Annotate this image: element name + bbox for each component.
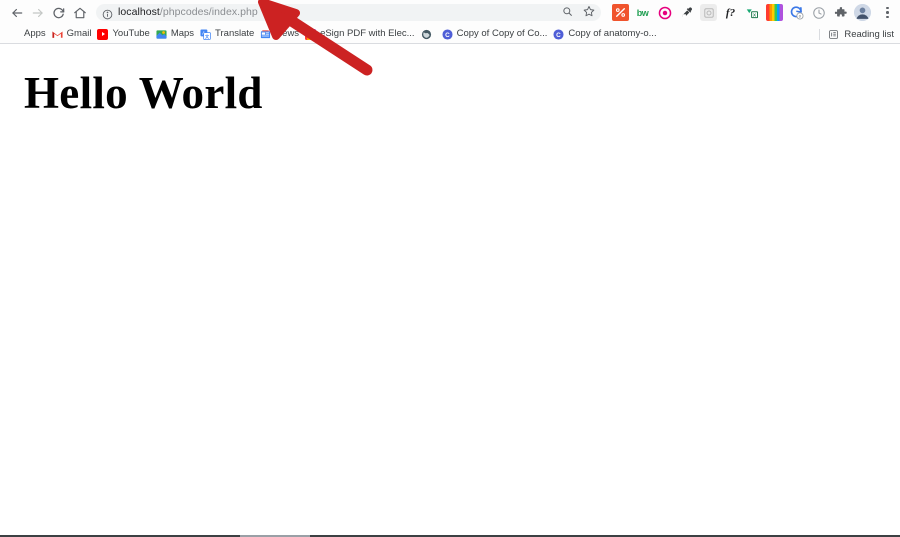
puzzle-extensions-button[interactable] (832, 4, 849, 21)
address-bar[interactable]: localhost/phpcodes/index.php (96, 4, 601, 21)
bookmark-label: Copy of Copy of Co... (456, 28, 548, 39)
forward-button[interactable] (27, 2, 48, 23)
bookmark-maps[interactable]: Maps (154, 27, 198, 41)
reload-icon (52, 7, 64, 18)
reading-list-button[interactable]: Reading list (819, 28, 894, 40)
rainbow-icon (305, 28, 317, 40)
back-arrow-icon (11, 8, 22, 17)
menu-dot (886, 6, 889, 10)
reload-button[interactable] (48, 2, 69, 23)
bookmark-esign-pdf[interactable]: eSign PDF with Elec... (303, 27, 419, 41)
bookmark-label: YouTube (112, 28, 150, 39)
color-palette-extension-icon[interactable] (766, 4, 783, 21)
bookmark-label: Copy of anatomy-o... (568, 28, 657, 39)
chrome-menu-button[interactable] (879, 3, 896, 22)
bookmark-label: Maps (170, 28, 195, 39)
svg-text:C: C (445, 31, 450, 38)
screenshot-extension-icon[interactable] (700, 4, 717, 21)
reading-list-label: Reading list (844, 28, 894, 40)
home-icon (73, 7, 86, 18)
menu-dot (886, 15, 889, 19)
forward-arrow-icon (32, 8, 43, 17)
bookmark-label: Gmail (66, 28, 92, 39)
extensions-strip: bw f? X 0 (606, 3, 896, 22)
translate-icon: A 文 (200, 28, 211, 40)
bookmark-gmail[interactable]: Gmail (50, 27, 96, 41)
home-button[interactable] (69, 2, 90, 23)
profile-avatar[interactable] (854, 4, 871, 21)
svg-text:X: X (753, 12, 756, 17)
bookmark-label: Apps (24, 28, 46, 39)
docs-c-icon: C (553, 28, 564, 40)
bitwarden-extension-icon[interactable]: bw (634, 4, 651, 21)
apps-grid-icon (9, 29, 20, 40)
globe-icon (421, 29, 432, 40)
youtube-icon (97, 28, 109, 40)
bookmark-label: Translate (215, 28, 255, 39)
svg-text:C: C (557, 31, 562, 38)
recorder-extension-icon[interactable] (656, 4, 673, 21)
page-viewport: Hello World (0, 45, 900, 534)
bookmark-copy-of-anatomy[interactable]: C Copy of anatomy-o... (551, 27, 660, 41)
bookmark-label: eSign PDF with Elec... (320, 28, 415, 39)
url-path: /phpcodes/index.php (159, 6, 258, 18)
star-icon[interactable] (583, 4, 595, 22)
gmail-icon (52, 29, 63, 40)
maps-icon (156, 29, 167, 40)
bookmark-news[interactable]: News (258, 27, 303, 41)
page-heading: Hello World (24, 68, 263, 118)
bookmark-translate[interactable]: A 文 Translate (198, 27, 258, 41)
browser-window: localhost/phpcodes/index.php bw f? X 0 A… (0, 0, 900, 537)
bookmark-youtube[interactable]: YouTube (95, 27, 153, 41)
bookmark-apps[interactable]: Apps (7, 27, 50, 41)
menu-dot (886, 11, 889, 14)
bookmark-label: News (275, 28, 300, 39)
font-finder-extension-icon[interactable]: f? (722, 4, 739, 21)
browser-toolbar: localhost/phpcodes/index.php bw f? X 0 (0, 0, 900, 25)
url-domain: localhost (118, 6, 160, 18)
bookmarks-bar: Apps Gmail YouTube Maps 文 Translate News… (0, 25, 900, 44)
sync-extension-icon[interactable]: 0 (788, 4, 805, 21)
color-picker-extension-icon[interactable] (678, 4, 695, 21)
magnifier-icon[interactable] (562, 4, 573, 22)
address-bar-url: localhost/phpcodes/index.php (118, 4, 258, 21)
clock-extension-icon[interactable] (810, 4, 827, 21)
bookmark-globe[interactable] (419, 28, 440, 41)
info-circle-icon[interactable] (102, 7, 113, 20)
reading-list-icon (828, 29, 839, 40)
excel-download-extension-icon[interactable]: X (744, 4, 761, 21)
back-button[interactable] (6, 2, 27, 23)
bookmark-copy-of-copy[interactable]: C Copy of Copy of Co... (440, 27, 552, 41)
grammarly-extension-icon[interactable] (612, 4, 629, 21)
docs-c-icon: C (442, 28, 453, 40)
news-icon (260, 29, 271, 40)
